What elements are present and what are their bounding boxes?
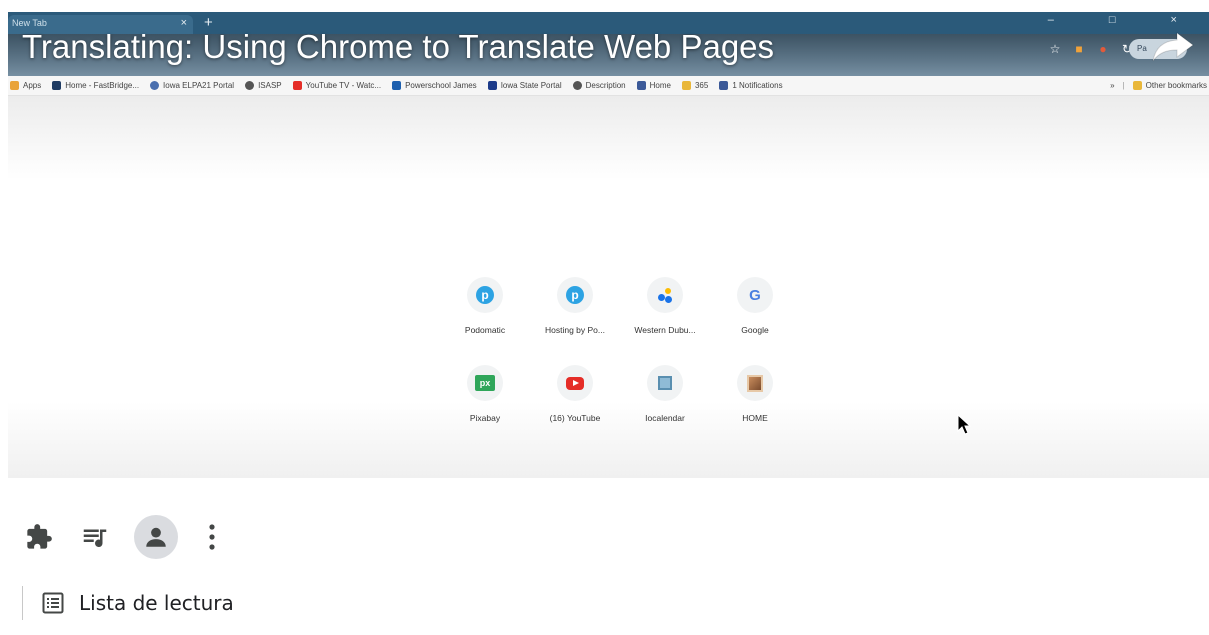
shortcut-label: Pixabay bbox=[469, 413, 501, 423]
bookmark-favicon-icon bbox=[719, 81, 729, 90]
shortcut-tile[interactable]: Iocalendar bbox=[620, 365, 710, 423]
shortcut-grid: p Podomatic p Hosting by Po... Western Dubu.… bbox=[440, 277, 800, 423]
shortcut-icon-circle bbox=[647, 277, 683, 313]
shortcut-tile[interactable]: p Podomatic bbox=[440, 277, 530, 335]
shortcut-label: (16) YouTube bbox=[549, 413, 601, 423]
bookmark-item[interactable]: Home - FastBridge... bbox=[52, 81, 139, 90]
shortcut-label: HOME bbox=[742, 413, 768, 423]
bookmark-favicon-icon bbox=[52, 81, 62, 90]
reading-list-icon bbox=[41, 591, 65, 615]
mouse-cursor-icon bbox=[957, 414, 971, 435]
shortcut-tile[interactable]: HOME bbox=[710, 365, 800, 423]
bookmark-label: Powerschool James bbox=[405, 81, 477, 90]
shortcut-icon-circle bbox=[557, 365, 593, 401]
new-tab-page: p Podomatic p Hosting by Po... Western Dubu.… bbox=[8, 96, 1209, 478]
bookmarks-bar: Apps Home - FastBridge... Iowa ELPA21 Port… bbox=[8, 76, 1209, 96]
bookmark-item[interactable]: Iowa ELPA21 Portal bbox=[150, 81, 234, 90]
bookmark-item[interactable]: ISASP bbox=[245, 81, 282, 90]
pixabay-icon: px bbox=[475, 375, 495, 391]
star-icon[interactable]: ☆ bbox=[1049, 42, 1061, 56]
shortcut-label: Hosting by Po... bbox=[544, 325, 605, 335]
bookmark-favicon-icon bbox=[392, 81, 402, 90]
bookmark-item[interactable]: Home bbox=[636, 81, 671, 90]
bookmark-label: Description bbox=[585, 81, 626, 90]
shortcut-icon-circle bbox=[647, 365, 683, 401]
bookmark-label: 1 Notifications bbox=[732, 81, 783, 90]
bookmark-label: Iowa State Portal bbox=[500, 81, 562, 90]
reading-list-entry[interactable]: Lista de lectura bbox=[22, 586, 234, 620]
shortcut-icon-circle: px bbox=[467, 365, 503, 401]
bookmark-favicon-icon bbox=[681, 81, 691, 90]
avatar[interactable] bbox=[134, 515, 178, 559]
shortcut-icon-circle: p bbox=[557, 277, 593, 313]
extensions-puzzle-icon[interactable] bbox=[22, 520, 56, 554]
bookmark-favicon-icon bbox=[292, 81, 302, 90]
bookmark-favicon-icon bbox=[572, 81, 582, 90]
bookmark-favicon-icon bbox=[150, 81, 160, 90]
shortcut-icon-circle bbox=[737, 365, 773, 401]
bookmark-item[interactable]: 1 Notifications bbox=[719, 81, 783, 90]
bookmark-label: YouTube TV - Watc... bbox=[305, 81, 382, 90]
shortcut-tile[interactable]: px Pixabay bbox=[440, 365, 530, 423]
bookmark-item[interactable]: Description bbox=[572, 81, 626, 90]
bookmark-label: 365 bbox=[694, 81, 709, 90]
bookmark-favicon-icon bbox=[10, 81, 19, 90]
tab-title: New Tab bbox=[12, 18, 47, 28]
reading-list-label: Lista de lectura bbox=[79, 591, 234, 615]
google-icon: G bbox=[749, 286, 761, 304]
bookmarks-overflow-icon[interactable]: » bbox=[1110, 81, 1114, 90]
video-title[interactable]: Translating: Using Chrome to Translate W… bbox=[22, 28, 774, 66]
bookmark-item[interactable]: 365 bbox=[681, 81, 709, 90]
bookmark-item[interactable]: Apps bbox=[10, 81, 41, 90]
bookmark-item[interactable]: Powerschool James bbox=[392, 81, 477, 90]
bookmark-item[interactable]: YouTube TV - Watc... bbox=[292, 81, 382, 90]
shortcut-label: Western Dubu... bbox=[634, 325, 696, 335]
home-image-icon bbox=[747, 374, 763, 392]
shortcut-icon-circle: p bbox=[467, 277, 503, 313]
folder-icon bbox=[1132, 81, 1142, 90]
bookmark-label: Iowa ELPA21 Portal bbox=[163, 81, 235, 90]
bookmark-label: Home - FastBridge... bbox=[65, 81, 140, 90]
bookmark-label: Apps bbox=[23, 81, 42, 90]
calendar-icon bbox=[658, 376, 672, 390]
queue-music-icon[interactable] bbox=[78, 520, 112, 554]
shortcut-tile[interactable]: G Google bbox=[710, 277, 800, 335]
shortcut-tile[interactable]: p Hosting by Po... bbox=[530, 277, 620, 335]
dots-icon bbox=[656, 286, 674, 304]
shortcut-label: Podomatic bbox=[464, 325, 506, 335]
bookmark-label: Home bbox=[649, 81, 671, 90]
bookmark-favicon-icon bbox=[636, 81, 646, 90]
shortcut-tile[interactable]: Western Dubu... bbox=[620, 277, 710, 335]
shortcut-label: Iocalendar bbox=[645, 413, 685, 423]
video-player[interactable]: New Tab × + – □ × Translating: Using Chr… bbox=[8, 12, 1209, 478]
youtube-icon bbox=[566, 376, 584, 390]
share-icon[interactable] bbox=[1151, 30, 1195, 64]
extension-icon[interactable]: ● bbox=[1097, 42, 1109, 56]
window-controls[interactable]: – □ × bbox=[1048, 14, 1203, 26]
bookmark-label: ISASP bbox=[258, 81, 282, 90]
browser-side-toolbar bbox=[22, 515, 222, 559]
shortcut-icon-circle: G bbox=[737, 277, 773, 313]
profile-label: Pa bbox=[1137, 44, 1147, 53]
podomatic-icon: p bbox=[566, 286, 584, 304]
bookmarks-bar-right: » | Other bookmarks bbox=[1110, 81, 1207, 90]
divider bbox=[22, 586, 23, 620]
bookmark-item[interactable]: Iowa State Portal bbox=[487, 81, 562, 90]
more-options-icon[interactable] bbox=[202, 520, 222, 554]
podomatic-icon: p bbox=[476, 286, 494, 304]
shortcut-label: Google bbox=[741, 325, 769, 335]
other-bookmarks[interactable]: Other bookmarks bbox=[1146, 81, 1207, 90]
bookmark-favicon-icon bbox=[245, 81, 255, 90]
extension-icon[interactable]: ■ bbox=[1073, 42, 1085, 56]
bookmark-favicon-icon bbox=[487, 81, 497, 90]
shortcut-tile[interactable]: (16) YouTube bbox=[530, 365, 620, 423]
